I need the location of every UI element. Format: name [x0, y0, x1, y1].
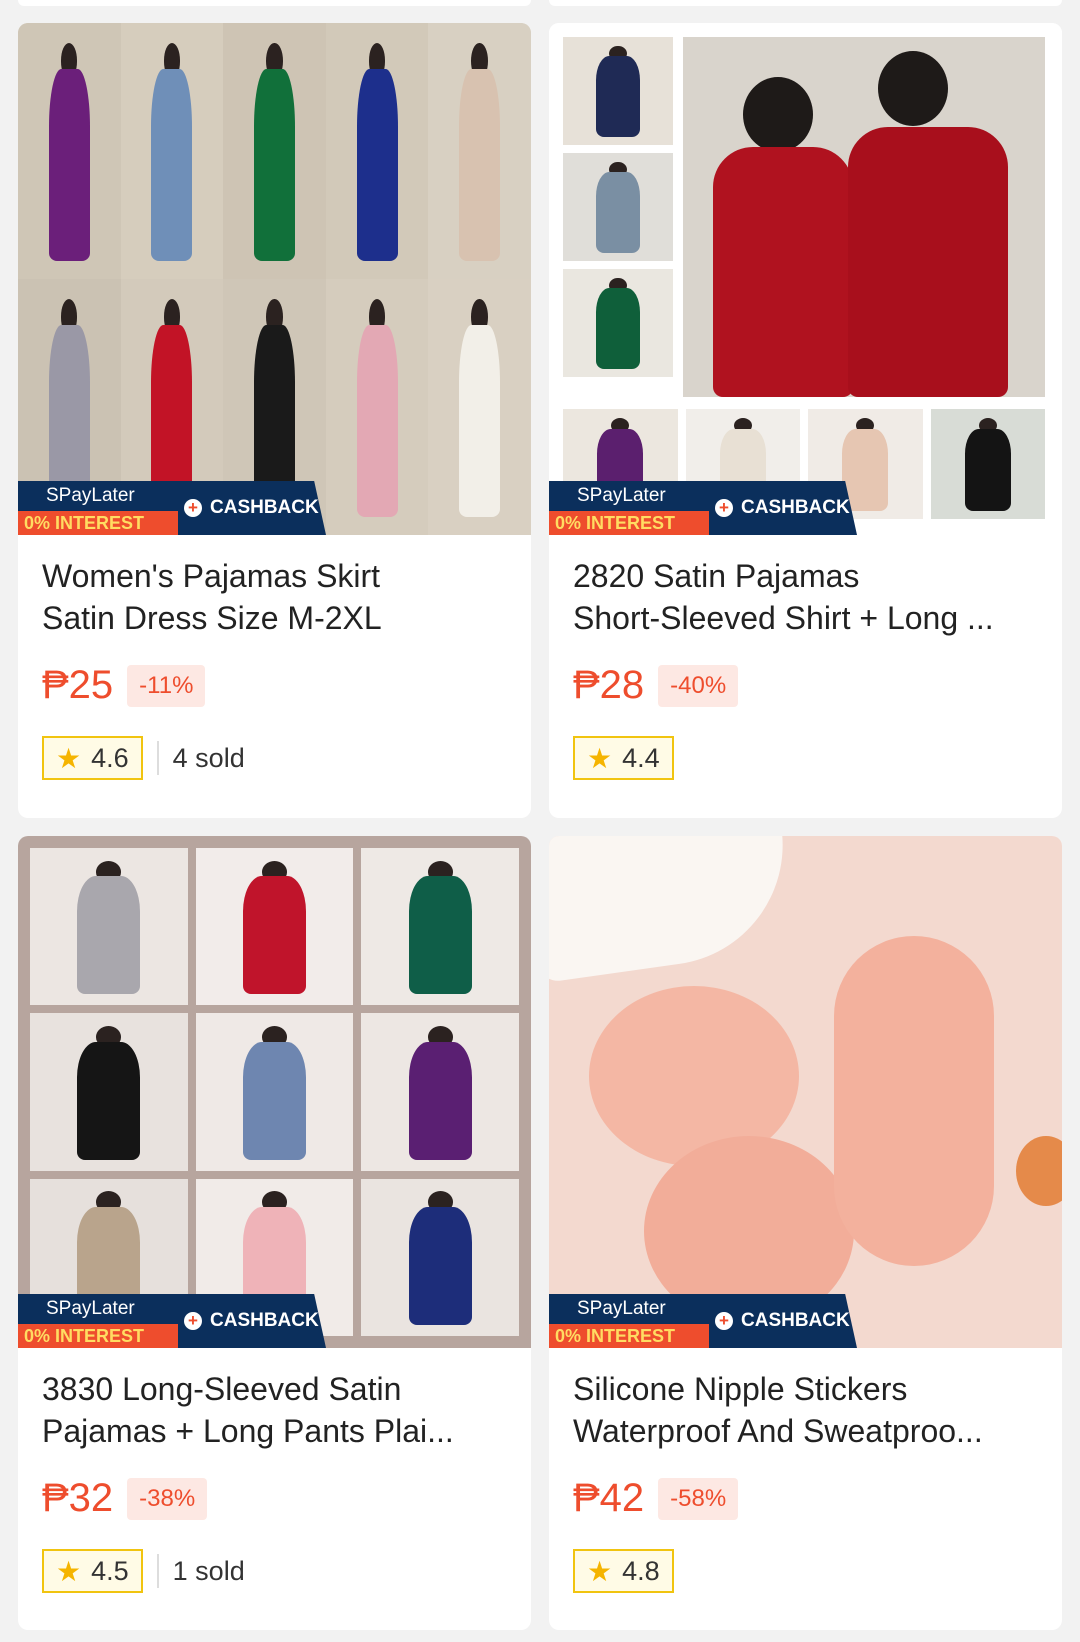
product-image[interactable]: SPayLater 0% INTEREST + CASHBACK [18, 23, 531, 535]
product-card[interactable]: SPayLater 0% INTEREST + CASHBACK 2820 Sa… [549, 23, 1062, 818]
star-icon: ★ [56, 742, 82, 774]
previous-card-edge [18, 0, 531, 6]
interest-label: 0% INTEREST [18, 511, 178, 535]
product-price: ₱25 [42, 663, 114, 707]
product-title[interactable]: Women's Pajamas Skirt Satin Dress Size M… [42, 555, 507, 639]
discount-badge: -38% [127, 1477, 208, 1520]
sold-count: 4 sold [172, 742, 245, 773]
star-icon: ★ [587, 742, 613, 774]
product-title[interactable]: 2820 Satin Pajamas Short-Sleeved Shirt +… [573, 555, 1038, 639]
rating-value: 4.6 [91, 742, 129, 773]
spaylater-label: SPayLater [577, 1298, 666, 1319]
plus-circle-icon: + [715, 1312, 733, 1330]
spaylater-cashback-badge: SPayLater 0% INTEREST + CASHBACK [18, 481, 326, 535]
previous-card-edge [549, 0, 1062, 6]
divider [156, 741, 159, 775]
interest-label: 0% INTEREST [549, 1324, 709, 1348]
product-title[interactable]: Silicone Nipple Stickers Waterproof And … [573, 1368, 1038, 1452]
product-price: ₱32 [42, 1476, 114, 1520]
plus-circle-icon: + [184, 499, 202, 517]
discount-badge: -40% [658, 664, 739, 707]
cashback-label: CASHBACK [741, 1310, 850, 1331]
interest-label: 0% INTEREST [549, 511, 709, 535]
rating-badge: ★ 4.4 [573, 736, 674, 780]
spaylater-label: SPayLater [46, 485, 135, 506]
spaylater-label: SPayLater [46, 1298, 135, 1319]
product-card[interactable]: SPayLater 0% INTEREST + CASHBACK Women's… [18, 23, 531, 818]
discount-badge: -58% [658, 1477, 739, 1520]
product-image[interactable]: SPayLater 0% INTEREST + CASHBACK [549, 836, 1062, 1348]
product-price: ₱28 [573, 663, 645, 707]
sold-count: 1 sold [172, 1555, 245, 1586]
discount-badge: -11% [127, 664, 206, 707]
divider [156, 1554, 159, 1588]
plus-circle-icon: + [184, 1312, 202, 1330]
product-image[interactable]: SPayLater 0% INTEREST + CASHBACK [549, 23, 1062, 535]
spaylater-cashback-badge: SPayLater 0% INTEREST + CASHBACK [549, 481, 857, 535]
product-card[interactable]: SPayLater 0% INTEREST + CASHBACK 3830 Lo… [18, 836, 531, 1630]
spaylater-label: SPayLater [577, 485, 666, 506]
spaylater-cashback-badge: SPayLater 0% INTEREST + CASHBACK [18, 1294, 326, 1348]
rating-badge: ★ 4.5 [42, 1549, 143, 1593]
interest-label: 0% INTEREST [18, 1324, 178, 1348]
product-image[interactable]: SPayLater 0% INTEREST + CASHBACK [18, 836, 531, 1348]
cashback-label: CASHBACK [741, 497, 850, 518]
rating-value: 4.5 [91, 1555, 129, 1586]
plus-circle-icon: + [715, 499, 733, 517]
spaylater-cashback-badge: SPayLater 0% INTEREST + CASHBACK [549, 1294, 857, 1348]
rating-value: 4.8 [622, 1555, 660, 1586]
star-icon: ★ [56, 1555, 82, 1587]
product-title[interactable]: 3830 Long-Sleeved Satin Pajamas + Long P… [42, 1368, 507, 1452]
rating-badge: ★ 4.6 [42, 736, 143, 780]
rating-value: 4.4 [622, 742, 660, 773]
star-icon: ★ [587, 1555, 613, 1587]
product-price: ₱42 [573, 1476, 645, 1520]
product-card[interactable]: SPayLater 0% INTEREST + CASHBACK Silicon… [549, 836, 1062, 1630]
cashback-label: CASHBACK [210, 497, 319, 518]
cashback-label: CASHBACK [210, 1310, 319, 1331]
rating-badge: ★ 4.8 [573, 1549, 674, 1593]
